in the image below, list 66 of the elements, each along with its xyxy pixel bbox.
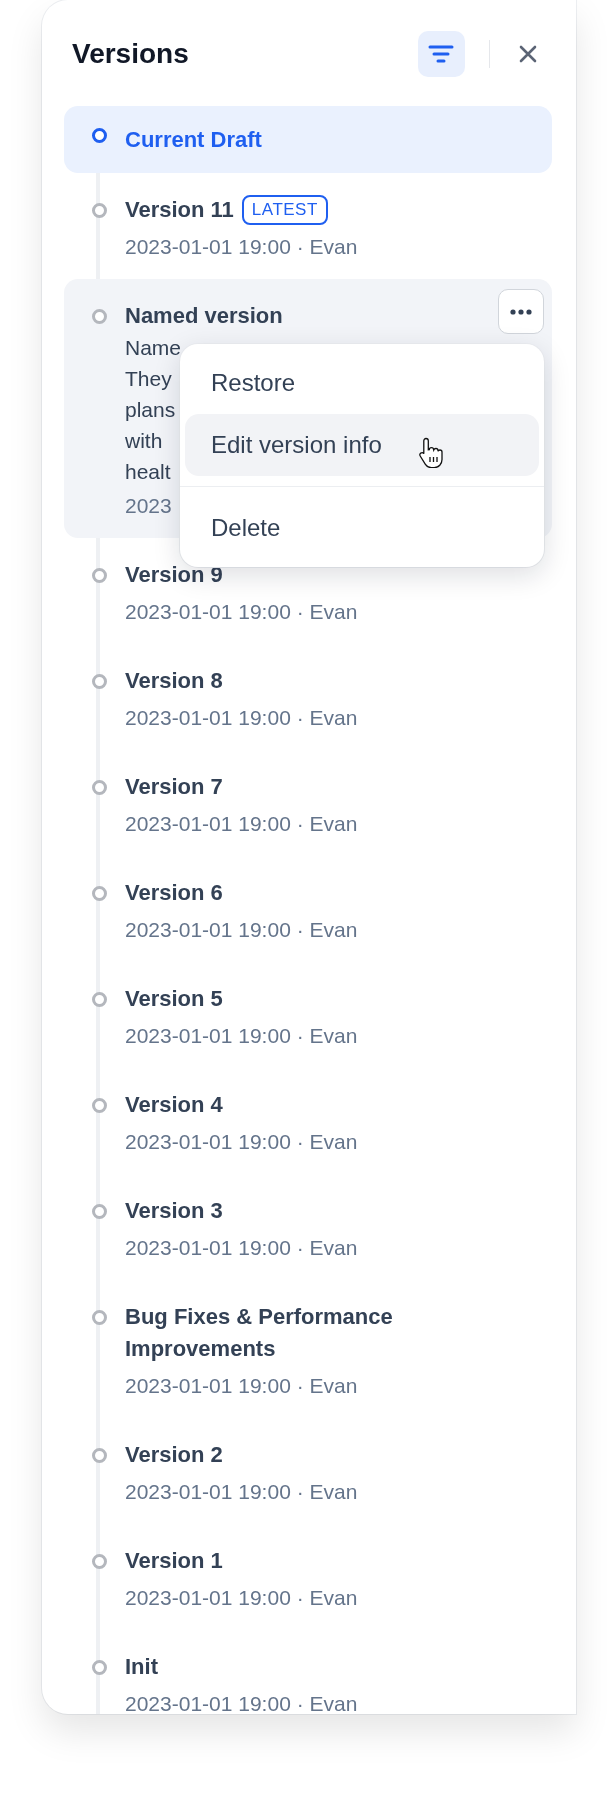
more-icon: [510, 308, 532, 315]
latest-badge: LATEST: [241, 195, 328, 225]
version-meta: 2023-01-01 19:00 · Evan: [125, 234, 359, 260]
version-title: Version 1: [125, 1547, 223, 1575]
menu-item[interactable]: Restore: [185, 352, 539, 414]
version-title: Init: [125, 1653, 158, 1681]
version-description: They: [125, 366, 172, 392]
version-title: Version 11: [125, 196, 234, 224]
version-title: Version 5: [125, 985, 223, 1013]
version-item[interactable]: Bug Fixes & Performance Improvements 2023-01-01 19:00 · Evan: [64, 1280, 552, 1418]
version-item[interactable]: Version 7 2023-01-01 19:00 · Evan: [64, 750, 552, 856]
timeline-dot-icon: [92, 780, 107, 795]
version-meta: 2023-01-01 19:00 · Evan: [125, 705, 359, 731]
timeline-dot-icon: [92, 309, 107, 324]
hand-cursor-icon: [418, 436, 444, 468]
version-item[interactable]: Version 4 2023-01-01 19:00 · Evan: [64, 1068, 552, 1174]
timeline-dot-icon: [92, 128, 107, 143]
version-title: Named version: [125, 302, 283, 330]
panel-title: Versions: [72, 38, 189, 70]
version-description: with: [125, 428, 163, 454]
timeline-dot-icon: [92, 674, 107, 689]
version-meta: 2023-01-01 19:00 · Evan: [125, 1585, 359, 1611]
version-item[interactable]: Version 11 LATEST 2023-01-01 19:00 · Evan: [64, 173, 552, 279]
version-item[interactable]: Init 2023-01-01 19:00 · Evan: [64, 1630, 552, 1714]
version-item[interactable]: Version 1 2023-01-01 19:00 · Evan: [64, 1524, 552, 1630]
timeline-dot-icon: [92, 1554, 107, 1569]
version-title: Version 6: [125, 879, 223, 907]
version-meta: 2023-01-01 19:00 · Evan: [125, 1235, 359, 1261]
version-meta: 2023-01-01 19:00 · Evan: [125, 1691, 359, 1714]
timeline-dot-icon: [92, 1310, 107, 1325]
version-title: Bug Fixes & Performance Improvements: [125, 1303, 394, 1363]
timeline-dot-icon: [92, 1448, 107, 1463]
version-meta: 2023-01-01 19:00 · Evan: [125, 1373, 359, 1399]
version-title: Version 4: [125, 1091, 223, 1119]
version-title: Version 7: [125, 773, 223, 801]
version-meta: 2023-01-01 19:00 · Evan: [125, 1479, 359, 1505]
filter-icon: [428, 43, 454, 65]
timeline-dot-icon: [92, 203, 107, 218]
filter-button[interactable]: [417, 31, 465, 77]
version-item[interactable]: Version 8 2023-01-01 19:00 · Evan: [64, 644, 552, 750]
timeline-dot-icon: [92, 992, 107, 1007]
version-item[interactable]: Version 6 2023-01-01 19:00 · Evan: [64, 856, 552, 962]
version-item[interactable]: Version 5 2023-01-01 19:00 · Evan: [64, 962, 552, 1068]
version-meta: 2023-01-01 19:00 · Evan: [125, 917, 359, 943]
version-meta: 2023-01-01 19:00 · Evan: [125, 599, 359, 625]
version-description: plans: [125, 397, 176, 423]
version-description: Name: [125, 335, 182, 361]
version-item[interactable]: Version 2 2023-01-01 19:00 · Evan: [64, 1418, 552, 1524]
timeline-dot-icon: [92, 1204, 107, 1219]
version-item[interactable]: Current Draft: [64, 106, 552, 173]
version-meta: 2023-01-01 19:00 · Evan: [125, 1023, 359, 1049]
version-title: Version 3: [125, 1197, 223, 1225]
version-meta: 2023: [125, 493, 173, 519]
timeline-dot-icon: [92, 1098, 107, 1113]
version-title: Version 2: [125, 1441, 223, 1469]
more-button[interactable]: [498, 289, 544, 334]
version-description: healt: [125, 459, 171, 485]
timeline-dot-icon: [92, 886, 107, 901]
version-meta: 2023-01-01 19:00 · Evan: [125, 811, 359, 837]
version-item[interactable]: Version 3 2023-01-01 19:00 · Evan: [64, 1174, 552, 1280]
version-title: Version 8: [125, 667, 223, 695]
timeline-dot-icon: [92, 1660, 107, 1675]
timeline-dot-icon: [92, 568, 107, 583]
version-meta: 2023-01-01 19:00 · Evan: [125, 1129, 359, 1155]
menu-item[interactable]: Edit version info: [185, 414, 539, 476]
close-icon: [518, 44, 538, 64]
